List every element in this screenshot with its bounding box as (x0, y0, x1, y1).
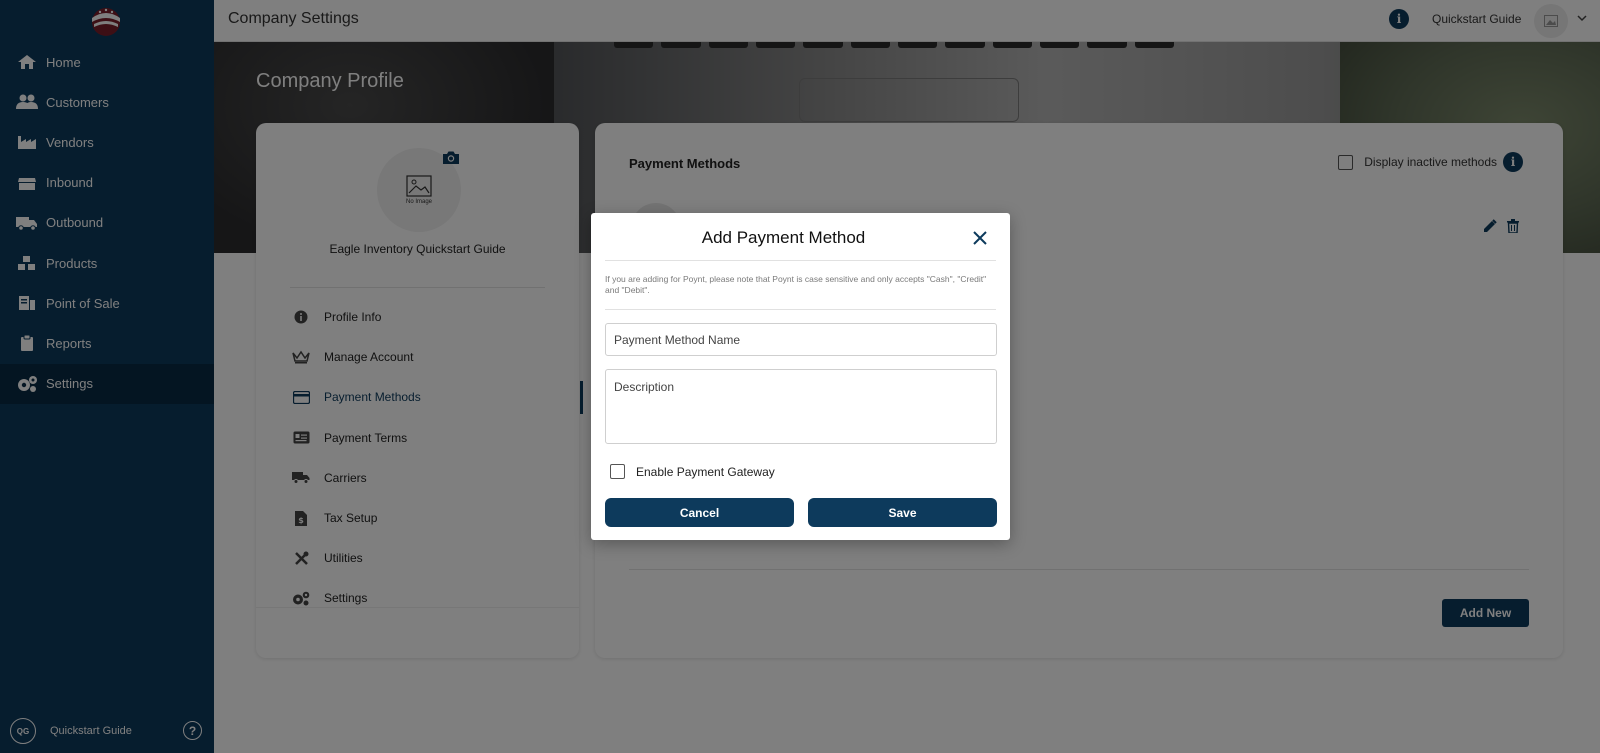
description-input[interactable] (605, 369, 997, 444)
enable-gateway-option: Enable Payment Gateway (610, 464, 775, 479)
close-icon[interactable] (970, 228, 990, 248)
save-button[interactable]: Save (808, 498, 997, 527)
dialog-title: Add Payment Method (701, 228, 866, 247)
add-payment-method-dialog: Add Payment Method If you are adding for… (591, 213, 1010, 540)
divider (605, 260, 996, 261)
enable-gateway-label: Enable Payment Gateway (636, 464, 775, 479)
enable-gateway-checkbox[interactable] (610, 464, 625, 479)
cancel-button[interactable]: Cancel (605, 498, 794, 527)
payment-method-name-input[interactable] (605, 323, 997, 356)
divider (605, 309, 996, 310)
poynt-notice: If you are adding for Poynt, please note… (605, 274, 987, 295)
